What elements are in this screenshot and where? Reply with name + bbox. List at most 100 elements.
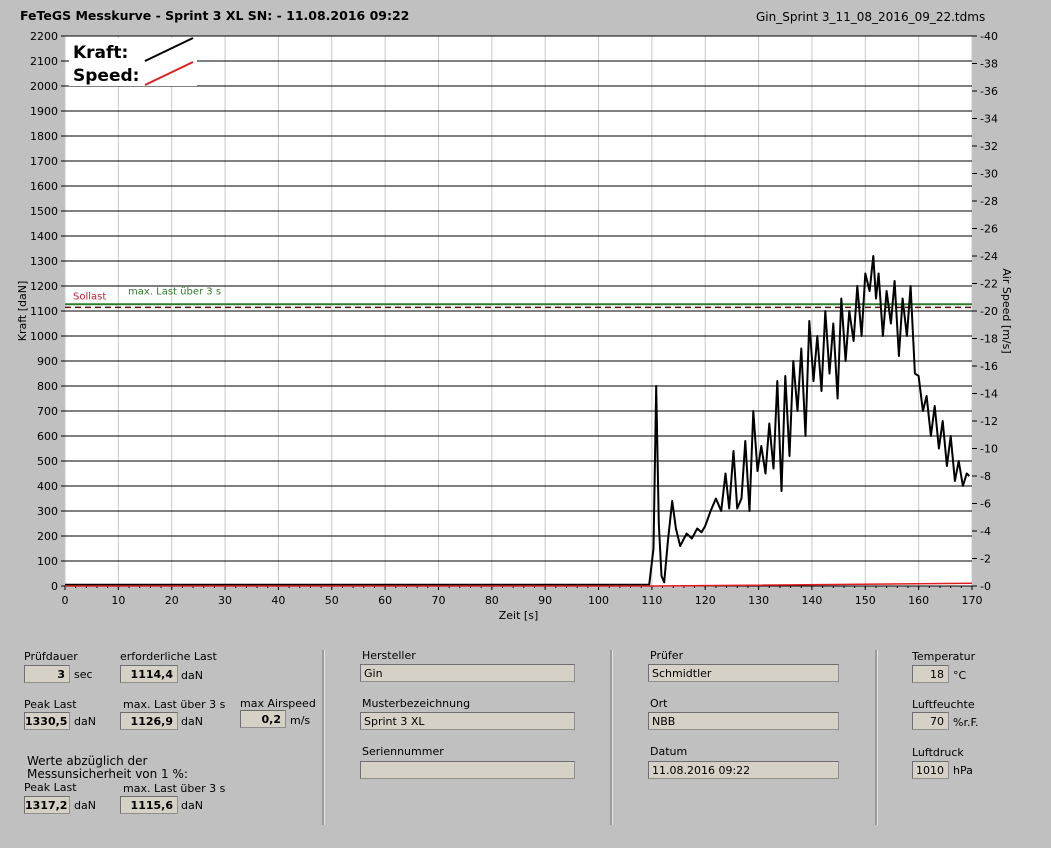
- pruefdauer-label: Prüfdauer: [24, 650, 78, 663]
- musterbezeichnung-field: Sprint 3 XL: [360, 712, 575, 730]
- werte-note-line2: Messunsicherheit von 1 %:: [27, 767, 188, 781]
- y-tick-label: 700: [37, 405, 58, 418]
- y-tick-label: 1100: [30, 305, 58, 318]
- max-airspeed-unit: m/s: [290, 714, 311, 727]
- luftfeuchte-unit: %r.F.: [953, 716, 979, 729]
- y2-tick-label: -30: [980, 168, 998, 181]
- hersteller-field: Gin: [360, 664, 575, 682]
- y-tick-label: 1800: [30, 130, 58, 143]
- y2-tick-label: -0: [980, 580, 991, 593]
- x-tick-label: 80: [485, 594, 499, 607]
- y2-tick-label: -12: [980, 415, 998, 428]
- y2-tick-label: -40: [980, 30, 998, 43]
- x-tick-label: 40: [271, 594, 285, 607]
- y2-tick-label: -36: [980, 85, 998, 98]
- y-tick-label: 1900: [30, 105, 58, 118]
- temperatur-label: Temperatur: [912, 650, 976, 663]
- y-tick-label: 1700: [30, 155, 58, 168]
- x-tick-label: 150: [855, 594, 876, 607]
- erforderliche-last-value: 1114,4: [120, 665, 178, 683]
- y-tick-label: 2100: [30, 55, 58, 68]
- datum-label: Datum: [650, 745, 688, 758]
- x-tick-label: 70: [431, 594, 445, 607]
- y2-tick-label: -38: [980, 58, 998, 71]
- y2-tick-label: -8: [980, 470, 991, 483]
- y2-tick-label: -22: [980, 278, 998, 291]
- y2-tick-label: -28: [980, 195, 998, 208]
- luftdruck-value: 1010: [912, 761, 949, 779]
- separator-2: [610, 650, 613, 825]
- y2-tick-label: -18: [980, 333, 998, 346]
- y-tick-label: 1400: [30, 230, 58, 243]
- x-tick-label: 160: [908, 594, 929, 607]
- legend-kraft-label: Kraft:: [73, 43, 128, 63]
- pruefdauer-unit: sec: [74, 668, 93, 681]
- peak-last-value: 1330,5: [24, 712, 70, 730]
- x-axis-label: Zeit [s]: [499, 609, 538, 622]
- y2-axis-label: Air Speed [m/s]: [1000, 268, 1013, 353]
- y-axis-label: Kraft [daN]: [16, 281, 29, 342]
- luftfeuchte-label: Luftfeuchte: [912, 698, 975, 711]
- temperatur-value: 18: [912, 665, 949, 683]
- y-tick-label: 2200: [30, 30, 58, 43]
- legend-speed-label: Speed:: [73, 66, 139, 86]
- y2-tick-label: -14: [980, 388, 998, 401]
- y2-tick-label: -4: [980, 525, 991, 538]
- y2-tick-label: -10: [980, 443, 998, 456]
- peak-last-label: Peak Last: [24, 698, 77, 711]
- separator-3: [875, 650, 878, 825]
- hersteller-label: Hersteller: [362, 649, 416, 662]
- max-last-line-label: max. Last über 3 s: [128, 286, 221, 297]
- y2-tick-label: -2: [980, 553, 991, 566]
- y2-tick-label: -32: [980, 140, 998, 153]
- musterbezeichnung-label: Musterbezeichnung: [362, 697, 471, 710]
- max-last-corr-value: 1115,6: [120, 796, 178, 814]
- peak-last-unit: daN: [74, 715, 96, 728]
- y-tick-label: 0: [51, 580, 58, 593]
- peak-last-corr-label: Peak Last: [24, 781, 77, 794]
- x-tick-label: 0: [62, 594, 69, 607]
- x-tick-label: 170: [962, 594, 983, 607]
- werte-note-line1: Werte abzüglich der: [27, 754, 148, 768]
- max-airspeed-value: 0,2: [240, 710, 286, 728]
- y-tick-label: 600: [37, 430, 58, 443]
- y-tick-label: 100: [37, 555, 58, 568]
- y2-tick-label: -20: [980, 305, 998, 318]
- erforderliche-last-unit: daN: [181, 669, 203, 682]
- datum-field: 11.08.2016 09:22: [648, 761, 839, 779]
- ort-field: NBB: [648, 712, 839, 730]
- luftdruck-label: Luftdruck: [912, 746, 964, 759]
- pruefdauer-value: 3: [24, 665, 70, 683]
- x-tick-label: 20: [165, 594, 179, 607]
- max-last-unit: daN: [181, 715, 203, 728]
- x-tick-label: 90: [538, 594, 552, 607]
- max-last-corr-label: max. Last über 3 s: [123, 782, 226, 795]
- ort-label: Ort: [650, 697, 668, 710]
- max-last-value: 1126,9: [120, 712, 178, 730]
- x-tick-label: 120: [695, 594, 716, 607]
- y-tick-label: 400: [37, 480, 58, 493]
- x-tick-label: 10: [111, 594, 125, 607]
- x-tick-label: 50: [325, 594, 339, 607]
- peak-last-corr-unit: daN: [74, 799, 96, 812]
- seriennummer-field: [360, 761, 575, 779]
- luftfeuchte-value: 70: [912, 712, 949, 730]
- x-tick-label: 140: [801, 594, 822, 607]
- x-tick-label: 30: [218, 594, 232, 607]
- y-tick-label: 1300: [30, 255, 58, 268]
- x-tick-label: 60: [378, 594, 392, 607]
- sollast-label: Sollast: [73, 291, 106, 302]
- temperatur-unit: °C: [953, 669, 967, 682]
- x-tick-label: 100: [588, 594, 609, 607]
- y2-tick-label: -24: [980, 250, 998, 263]
- pruefer-field: Schmidtler: [648, 664, 839, 682]
- y-tick-label: 900: [37, 355, 58, 368]
- y-tick-label: 500: [37, 455, 58, 468]
- seriennummer-label: Seriennummer: [362, 745, 444, 758]
- max-last-corr-unit: daN: [181, 799, 203, 812]
- y-tick-label: 1500: [30, 205, 58, 218]
- y-tick-label: 200: [37, 530, 58, 543]
- y-tick-label: 300: [37, 505, 58, 518]
- max-last-label: max. Last über 3 s: [123, 698, 226, 711]
- max-airspeed-label: max Airspeed: [240, 697, 316, 710]
